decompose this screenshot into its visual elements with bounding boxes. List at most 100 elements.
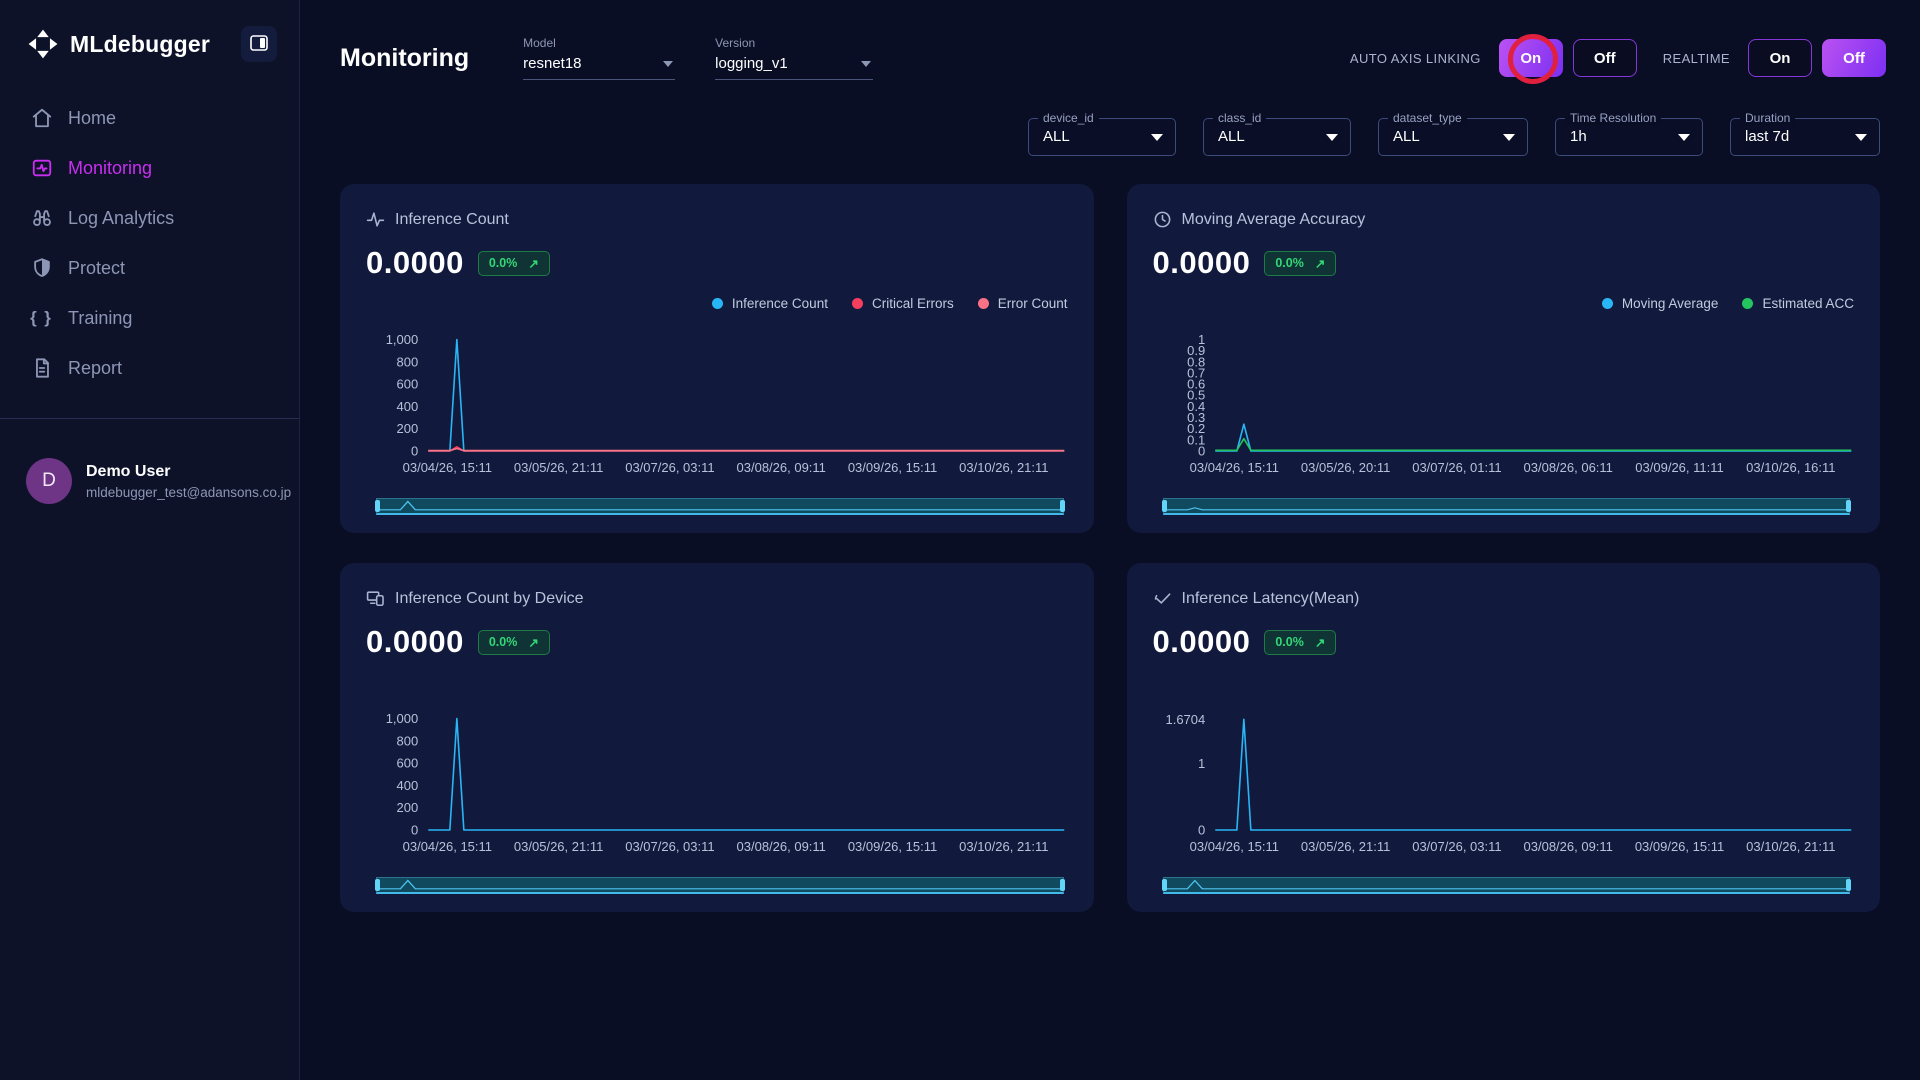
brush-handle-right[interactable] [1846,879,1851,891]
duration-filter-label: Duration [1740,111,1795,125]
legend-dot-icon [1742,298,1753,309]
svg-text:03/09/26, 15:11: 03/09/26, 15:11 [848,839,937,854]
brush-handle-left[interactable] [1162,500,1167,512]
sidebar-collapse-button[interactable] [241,26,277,62]
topbar: Monitoring Model resnet18 Version loggin… [300,0,1920,86]
realtime-off-button[interactable]: Off [1822,39,1886,77]
caret-down-icon [1678,134,1690,141]
device-id-filter[interactable]: device_id ALL [1028,118,1176,156]
legend-item[interactable]: Moving Average [1602,296,1719,311]
caret-down-icon [1151,134,1163,141]
line-chart: 02004006008001,00003/04/26, 15:1103/05/2… [364,705,1074,855]
brush-handle-right[interactable] [1060,500,1065,512]
sidebar-item-protect[interactable]: Protect [30,256,269,280]
trend-badge: 0.0% ↗ [478,251,550,276]
auto-axis-linking-on-button[interactable]: On [1499,39,1563,77]
chart-brush[interactable] [1163,877,1851,894]
report-icon [30,357,53,380]
topbar-controls: AUTO AXIS LINKING On Off REALTIME On Off [1344,39,1886,77]
caret-down-icon [1855,134,1867,141]
sidebar-item-label: Training [68,308,132,329]
svg-text:03/07/26, 01:11: 03/07/26, 01:11 [1412,460,1501,475]
chart-legend: Moving Average Estimated ACC [1602,296,1854,311]
svg-text:0: 0 [411,444,418,459]
mldebugger-logo-icon [28,29,58,59]
model-select-label: Model [523,36,675,50]
binoculars-icon [30,207,53,230]
sidebar: MLdebugger Home Monitoring Log Analytics [0,0,300,1080]
user-profile[interactable]: D Demo User mldebugger_test@adansons.co.… [26,458,279,504]
sidebar-item-report[interactable]: Report [30,356,269,380]
legend-item[interactable]: Critical Errors [852,296,954,311]
svg-text:03/09/26, 15:11: 03/09/26, 15:11 [848,460,937,475]
legend-dot-icon [978,298,989,309]
caret-down-icon [1326,134,1338,141]
legend-item[interactable]: Inference Count [712,296,828,311]
shield-icon [30,257,53,280]
version-select[interactable]: Version logging_v1 [715,36,873,80]
trend-up-icon: ↗ [528,256,538,271]
card-title: Inference Count by Device [395,590,584,608]
svg-text:03/07/26, 03:11: 03/07/26, 03:11 [625,839,714,854]
legend-dot-icon [1602,298,1613,309]
charts-grid: Inference Count 0.0000 0.0% ↗ Inference … [340,184,1880,912]
dataset-type-filter[interactable]: dataset_type ALL [1378,118,1528,156]
brush-handle-left[interactable] [375,500,380,512]
legend-label: Moving Average [1622,296,1719,311]
chart-brush[interactable] [1163,498,1851,515]
svg-text:03/09/26, 11:11: 03/09/26, 11:11 [1635,460,1723,475]
svg-text:03/07/26, 03:11: 03/07/26, 03:11 [625,460,714,475]
svg-text:03/10/26, 21:11: 03/10/26, 21:11 [959,460,1048,475]
svg-text:03/04/26, 15:11: 03/04/26, 15:11 [1189,460,1278,475]
user-email: mldebugger_test@adansons.co.jp [86,485,291,500]
legend-dot-icon [852,298,863,309]
chevron-down-icon [861,61,871,67]
legend-label: Estimated ACC [1762,296,1854,311]
filters-row: device_id ALL class_id ALL dataset_type … [300,86,1920,156]
svg-text:0: 0 [411,823,418,838]
legend-item[interactable]: Error Count [978,296,1068,311]
brush-handle-left[interactable] [375,879,380,891]
stat-value: 0.0000 [366,624,464,660]
auto-axis-linking-off-button[interactable]: Off [1573,39,1637,77]
sidebar-item-home[interactable]: Home [30,106,269,130]
check-icon [1153,589,1172,608]
trend-badge: 0.0% ↗ [1264,630,1336,655]
trend-up-icon: ↗ [1315,256,1325,271]
dataset-type-filter-label: dataset_type [1388,111,1467,125]
svg-text:800: 800 [397,354,419,369]
sidebar-item-training[interactable]: { } Training [30,306,269,330]
svg-text:03/08/26, 09:11: 03/08/26, 09:11 [737,839,826,854]
realtime-on-button[interactable]: On [1748,39,1812,77]
chart-brush[interactable] [376,877,1064,894]
duration-filter[interactable]: Duration last 7d [1730,118,1880,156]
svg-text:1,000: 1,000 [386,711,419,726]
model-select[interactable]: Model resnet18 [523,36,675,80]
brush-handle-right[interactable] [1846,500,1851,512]
avatar: D [26,458,72,504]
trend-up-icon: ↗ [528,635,538,650]
class-id-filter[interactable]: class_id ALL [1203,118,1351,156]
brush-handle-right[interactable] [1060,879,1065,891]
brush-handle-left[interactable] [1162,879,1167,891]
sidebar-divider [0,418,299,419]
svg-text:1: 1 [1198,756,1205,771]
card-title: Inference Count [395,211,509,229]
line-chart: 02004006008001,00003/04/26, 15:1103/05/2… [364,326,1074,476]
sidebar-item-monitoring[interactable]: Monitoring [30,156,269,180]
panel-right-icon [250,35,268,54]
monitoring-icon [30,157,53,180]
version-select-value: logging_v1 [715,55,788,72]
stat-value: 0.0000 [1153,245,1251,281]
inference-count-by-device-card: Inference Count by Device 0.0000 0.0% ↗ … [340,563,1094,912]
legend-label: Error Count [998,296,1068,311]
svg-text:1.6704: 1.6704 [1165,712,1205,727]
svg-text:1: 1 [1198,332,1205,347]
time-resolution-filter[interactable]: Time Resolution 1h [1555,118,1703,156]
chart-brush[interactable] [376,498,1064,515]
stat-value: 0.0000 [1153,624,1251,660]
line-chart: 00.10.20.30.40.50.60.70.80.9103/04/26, 1… [1151,326,1861,476]
sidebar-item-log-analytics[interactable]: Log Analytics [30,206,269,230]
legend-item[interactable]: Estimated ACC [1742,296,1854,311]
svg-text:03/10/26, 21:11: 03/10/26, 21:11 [959,839,1048,854]
